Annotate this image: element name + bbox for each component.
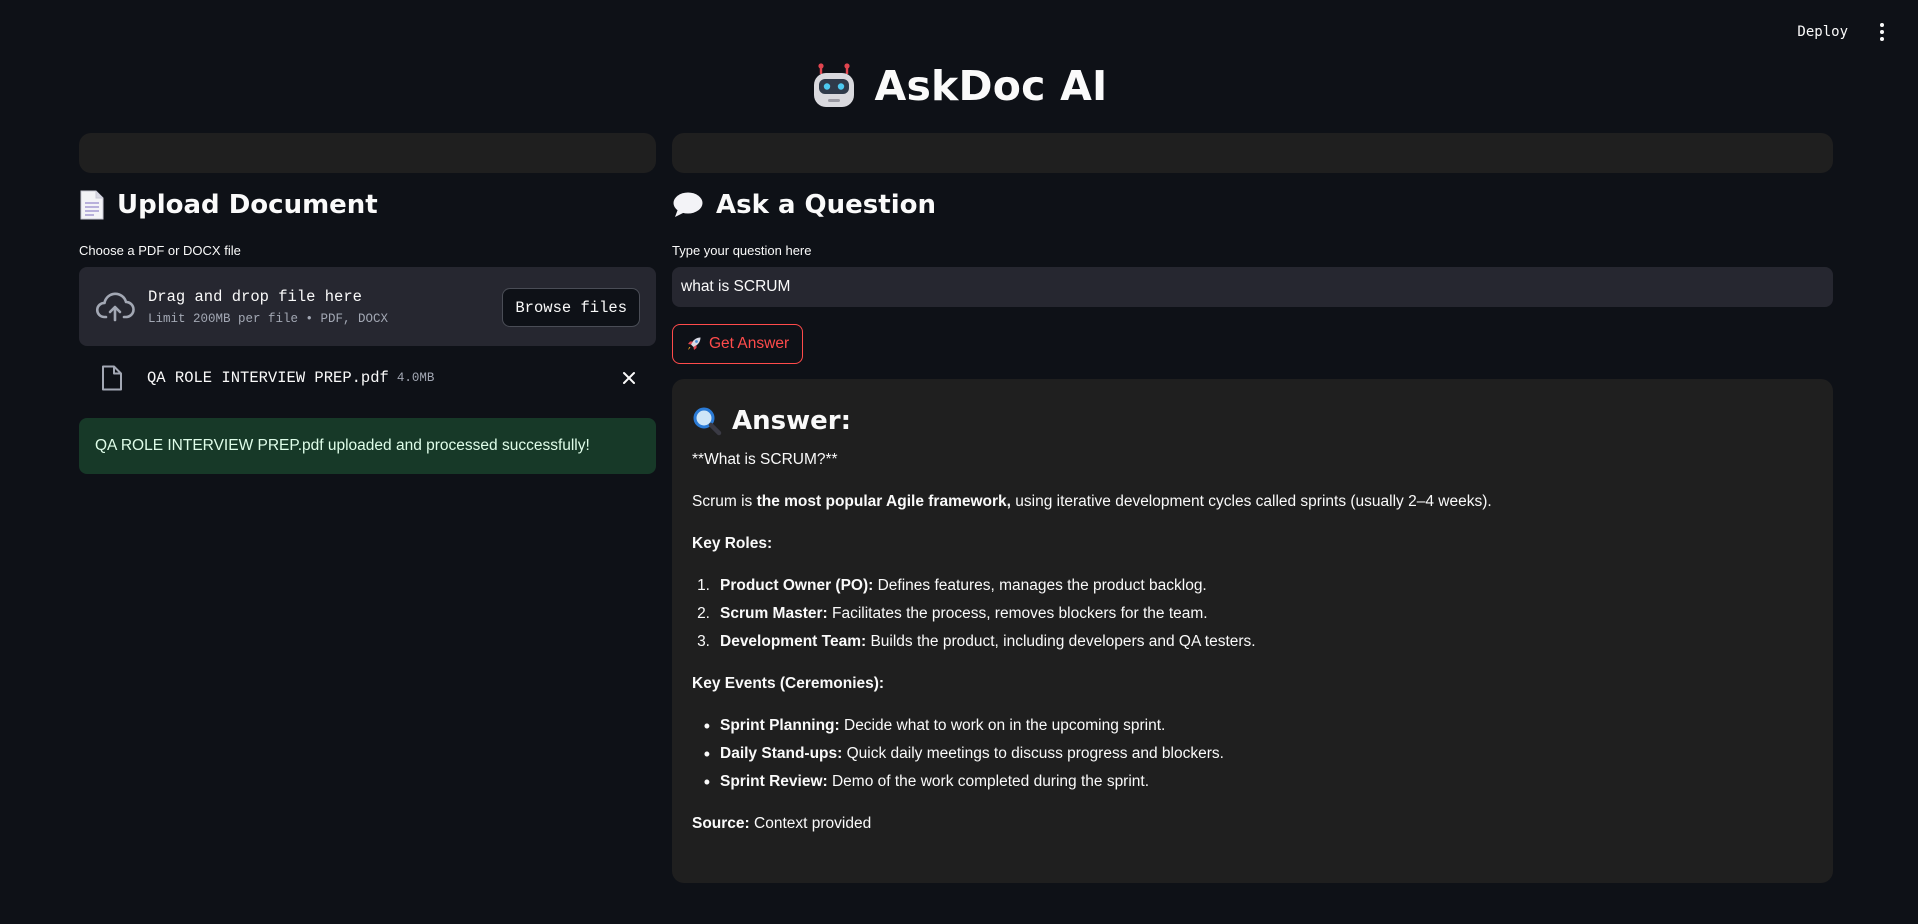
top-toolbar: Deploy <box>1787 0 1918 64</box>
events-heading: Key Events (Ceremonies): <box>692 675 885 692</box>
right-empty-container <box>672 133 1833 173</box>
kebab-menu-icon[interactable] <box>1872 20 1892 44</box>
upload-section-header: Upload Document <box>79 183 656 227</box>
dropzone-instructions: Drag and drop file here <box>148 287 362 306</box>
question-section-header: Ask a Question <box>672 183 1833 227</box>
list-item: 1. Product Owner (PO): Defines features, … <box>697 577 1207 594</box>
answer-title-line: **What is SCRUM?** <box>692 451 838 468</box>
app-title: AskDoc AI <box>874 62 1108 110</box>
list-item: • Sprint Review: Demo of the work complet… <box>703 772 1150 792</box>
events-list: • Sprint Planning: Decide what to work on… <box>692 716 1813 792</box>
robot-icon <box>813 63 854 107</box>
roles-heading: Key Roles: <box>692 535 773 552</box>
page-header: AskDoc AI <box>0 62 1918 110</box>
question-input-label: Type your question here <box>672 243 812 258</box>
file-dropzone[interactable]: Drag and drop file here Limit 200MB per … <box>79 267 656 346</box>
left-empty-container <box>79 133 656 173</box>
file-icon <box>102 365 122 391</box>
rocket-icon <box>688 337 701 350</box>
dropzone-limit: Limit 200MB per file • PDF, DOCX <box>148 311 389 326</box>
uploaded-file-row: QA ROLE INTERVIEW PREP.pdf 4.0MB <box>79 361 656 395</box>
close-icon[interactable] <box>620 369 638 387</box>
answer-intro: Scrum is the most popular Agile framewor… <box>692 493 1492 510</box>
speech-bubble-icon <box>673 192 703 217</box>
roles-list: 1. Product Owner (PO): Defines features, … <box>692 576 1813 652</box>
document-icon <box>80 190 104 220</box>
browse-files-button[interactable]: Browse files <box>502 288 640 327</box>
uploaded-file-size: 4.0MB <box>396 371 435 385</box>
cloud-upload-icon <box>95 292 135 321</box>
upload-column: Upload Document Choose a PDF or DOCX fil… <box>79 133 656 474</box>
question-heading: Ask a Question <box>716 190 936 220</box>
deploy-button[interactable]: Deploy <box>1787 18 1858 46</box>
list-item: • Sprint Planning: Decide what to work on… <box>703 716 1166 736</box>
dropzone-text: Drag and drop file here Limit 200MB per … <box>148 288 388 326</box>
magnifier-icon <box>693 407 722 436</box>
get-answer-button[interactable]: Get Answer <box>672 324 804 364</box>
upload-success-alert: QA ROLE INTERVIEW PREP.pdf uploaded and … <box>79 418 656 474</box>
upload-heading: Upload Document <box>117 190 378 220</box>
answer-source: Source: Context provided <box>692 815 872 832</box>
list-item: 3. Development Team: Builds the product, … <box>697 633 1256 650</box>
answer-panel: Answer: **What is SCRUM?** Scrum is the … <box>672 379 1833 883</box>
question-input[interactable] <box>672 267 1833 307</box>
get-answer-label: Get Answer <box>709 335 790 352</box>
answer-heading: Answer: <box>732 406 851 436</box>
list-item: 2. Scrum Master: Facilitates the process,… <box>697 605 1208 622</box>
file-uploader-label: Choose a PDF or DOCX file <box>79 243 241 258</box>
answer-header: Answer: <box>692 405 1813 437</box>
uploaded-file-name: QA ROLE INTERVIEW PREP.pdf <box>147 369 389 387</box>
app-root: Deploy AskDoc AI Upload Document Choose … <box>0 0 1918 924</box>
question-column: Ask a Question Type your question here G… <box>672 133 1833 883</box>
list-item: • Daily Stand-ups: Quick daily meetings t… <box>703 744 1224 764</box>
